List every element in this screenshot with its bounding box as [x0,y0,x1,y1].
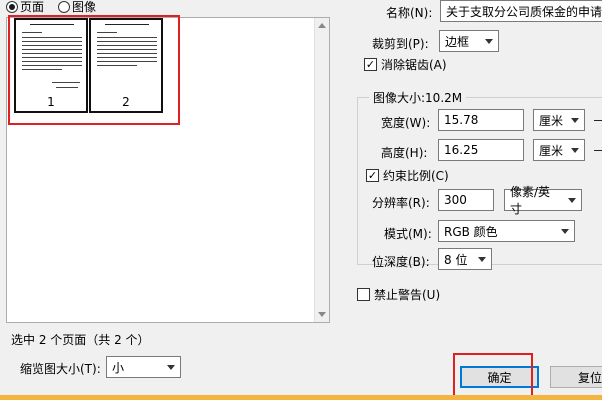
thumb-size-select[interactable]: 小 [106,356,181,378]
page-radio[interactable]: 页面 [6,0,44,15]
image-radio[interactable]: 图像 [58,0,96,15]
thumbnail-scrollbar[interactable] [314,18,329,322]
page-thumbnail-2[interactable]: 2 [89,18,163,113]
reset-button[interactable]: 复位 [550,366,602,388]
name-label: 名称(N): [386,6,433,20]
name-value: 关于支取分公司质保金的申请 [446,4,602,19]
height-label: 高度(H): [381,146,428,160]
page-number-2: 2 [122,95,130,109]
scroll-down-icon[interactable] [318,312,326,317]
mode-label: 模式(M): [384,227,432,241]
chevron-down-icon [478,256,486,262]
reset-button-label: 复位 [578,370,602,385]
thumb-size-label: 缩览图大小(T): [20,362,101,376]
resolution-value: 300 [444,193,467,207]
chevron-down-icon [571,147,579,153]
constrain-checkbox[interactable]: ✓ [366,169,379,182]
resolution-unit-value: 像素/英寸 [510,185,551,216]
selection-status: 选中 2 个页面（共 2 个） [11,333,150,347]
antialias-option[interactable]: ✓ 消除锯齿(A) [364,56,447,73]
name-field[interactable]: 关于支取分公司质保金的申请 [440,0,602,22]
constrain-option[interactable]: ✓ 约束比例(C) [366,167,449,184]
page-radio-label: 页面 [20,0,45,14]
preview-mode-radio-group: 页面 图像 [6,0,96,15]
suppress-warnings-label: 禁止警告(U) [374,288,441,302]
thumb-size-value: 小 [112,360,125,375]
resolution-field[interactable]: 300 [438,189,494,211]
height-field[interactable]: 16.25 [438,139,524,161]
ok-highlight-box [453,353,533,400]
chevron-down-icon [167,364,175,370]
width-label: 宽度(W): [381,116,431,130]
height-unit-value: 厘米 [539,143,564,158]
width-unit-value: 厘米 [539,113,564,128]
crop-label: 裁剪到(P): [372,37,429,51]
mode-value: RGB 颜色 [444,224,498,239]
antialias-checkbox[interactable]: ✓ [364,58,377,71]
page-thumbnail-1[interactable]: 1 [14,18,88,113]
bit-depth-select[interactable]: 8 位 [438,248,492,270]
chevron-down-icon [568,197,576,203]
suppress-warnings-option[interactable]: 禁止警告(U) [357,286,440,303]
crop-value: 边框 [445,34,470,49]
page-radio-dot[interactable] [6,0,18,13]
constrain-label: 约束比例(C) [383,169,449,183]
link-bracket-bottom [594,150,602,151]
mode-select[interactable]: RGB 颜色 [438,220,575,242]
height-unit-select[interactable]: 厘米 [533,139,585,161]
link-bracket-top [594,120,602,121]
chevron-down-icon [561,228,569,234]
page-number-1: 1 [47,95,55,109]
suppress-warnings-checkbox[interactable] [357,288,370,301]
chevron-down-icon [485,38,493,44]
image-size-title: 图像大小:10.2M [369,89,467,106]
height-value: 16.25 [444,143,479,157]
width-unit-select[interactable]: 厘米 [533,109,585,131]
bit-depth-value: 8 位 [444,252,468,267]
width-value: 15.78 [444,113,479,127]
resolution-label: 分辨率(R): [372,196,430,210]
bit-depth-label: 位深度(B): [372,255,430,269]
bottom-strip [0,395,602,400]
antialias-label: 消除锯齿(A) [381,58,447,72]
resolution-unit-select[interactable]: 像素/英寸 [504,185,582,216]
image-radio-dot[interactable] [58,0,71,13]
width-field[interactable]: 15.78 [438,109,524,131]
chevron-down-icon [571,117,579,123]
crop-select[interactable]: 边框 [439,30,499,52]
image-radio-label: 图像 [72,0,97,14]
scroll-up-icon[interactable] [318,23,326,28]
